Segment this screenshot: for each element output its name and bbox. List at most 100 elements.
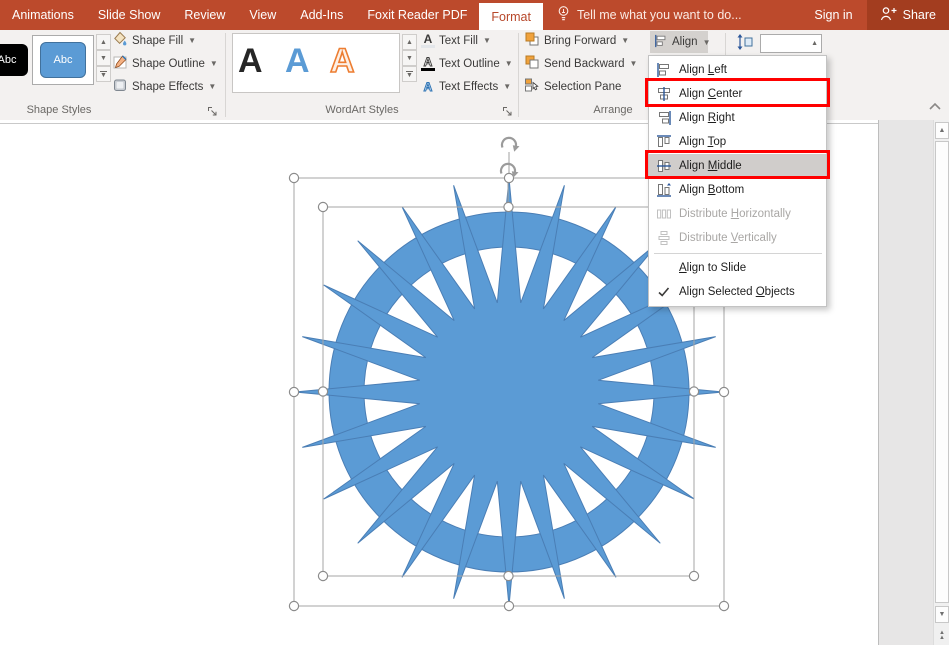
selection-handle[interactable] xyxy=(289,387,298,396)
tell-me-label[interactable]: Tell me what you want to do... xyxy=(577,8,742,22)
tell-me-box[interactable]: Tell me what you want to do... xyxy=(557,0,742,30)
bring-forward-button[interactable]: Bring Forward▼ xyxy=(524,30,629,51)
selection-handle[interactable] xyxy=(289,173,298,182)
menu-item-align-right[interactable]: Align Right xyxy=(649,106,826,130)
group-separator xyxy=(225,33,226,117)
align-bottom-icon xyxy=(649,182,679,198)
menu-item-label: Align Top xyxy=(679,136,726,148)
shape-height-icon xyxy=(736,33,754,54)
menu-item-align-selected-objects[interactable]: Align Selected Objects xyxy=(649,280,826,304)
tab-format[interactable]: Format xyxy=(479,3,543,30)
selection-pane-button[interactable]: Selection Pane xyxy=(524,76,621,97)
collapse-ribbon-chevron-icon[interactable] xyxy=(928,102,942,114)
shape-height-input[interactable]: ▲ xyxy=(760,34,822,53)
wordart-gallery-arrows: ▲ ▼ ▼ xyxy=(402,34,417,82)
lightbulb-icon xyxy=(557,5,570,25)
person-plus-icon xyxy=(880,6,897,24)
tab-add-ins[interactable]: Add-Ins xyxy=(288,0,355,30)
send-backward-icon xyxy=(524,54,540,73)
selection-handle[interactable] xyxy=(719,387,728,396)
title-bar: AnimationsSlide ShowReviewViewAdd-InsFox… xyxy=(0,0,949,30)
menu-item-align-bottom[interactable]: Align Bottom xyxy=(649,178,826,202)
shape-effects-button[interactable]: Shape Effects▼ xyxy=(112,76,216,97)
rotate-handle-icon[interactable] xyxy=(502,138,520,152)
shape-style-selected-frame: Abc xyxy=(32,35,94,85)
selection-handle[interactable] xyxy=(504,173,513,182)
menu-item-label: Align to Slide xyxy=(679,262,746,274)
send-backward-button[interactable]: Send Backward▼ xyxy=(524,53,637,74)
selection-handle[interactable] xyxy=(289,601,298,610)
selection-handle[interactable] xyxy=(719,601,728,610)
shape-style-thumbnail-blue[interactable]: Abc xyxy=(40,42,86,78)
tab-animations[interactable]: Animations xyxy=(0,0,86,30)
dropdown-arrow-icon: ▼ xyxy=(630,59,638,68)
gallery-down-arrow[interactable]: ▼ xyxy=(402,50,417,66)
selection-handle[interactable] xyxy=(318,387,327,396)
gallery-down-arrow[interactable]: ▼ xyxy=(96,50,111,66)
wordart-dialog-launcher[interactable] xyxy=(502,106,513,117)
red-highlight-box-align-middle xyxy=(645,150,830,179)
distribute-h-icon xyxy=(649,206,679,222)
align-right-icon xyxy=(649,110,679,126)
shape-outline-button[interactable]: Shape Outline▼ xyxy=(112,53,218,74)
dropdown-arrow-icon: ▼ xyxy=(483,36,491,45)
wordart-gallery[interactable]: A A A xyxy=(232,33,400,93)
menu-item-label: Distribute Horizontally xyxy=(679,208,791,220)
tab-slide-show[interactable]: Slide Show xyxy=(86,0,173,30)
shape-styles-group-label: Shape Styles xyxy=(18,104,100,116)
menu-item-label: Align Bottom xyxy=(679,184,744,196)
gallery-up-arrow[interactable]: ▲ xyxy=(402,34,417,50)
tab-view[interactable]: View xyxy=(237,0,288,30)
bring-forward-icon xyxy=(524,31,540,50)
text-effects-button[interactable]: A Text Effects▼ xyxy=(421,76,511,97)
align-left-icon xyxy=(649,62,679,78)
share-button[interactable]: Share xyxy=(867,0,949,30)
align-top-icon xyxy=(649,134,679,150)
selection-handle[interactable] xyxy=(318,571,327,580)
selection-handle[interactable] xyxy=(504,601,513,610)
menu-item-distribute-vertically: Distribute Vertically xyxy=(649,226,826,250)
dropdown-arrow-icon: ▼ xyxy=(621,36,629,45)
text-outline-button[interactable]: A Text Outline▼ xyxy=(421,53,513,74)
checkmark-icon xyxy=(649,284,679,300)
dropdown-arrow-icon: ▼ xyxy=(703,38,711,47)
gallery-more-button[interactable]: ▼ xyxy=(402,66,417,82)
wordart-style-blue[interactable]: A xyxy=(285,41,310,81)
menu-item-label: Align Selected Objects xyxy=(679,286,795,298)
shape-fill-button[interactable]: Shape Fill▼ xyxy=(112,30,196,51)
menu-item-label: Align Right xyxy=(679,112,735,124)
text-outline-icon: A xyxy=(421,56,435,71)
distribute-v-icon xyxy=(649,230,679,246)
spinner-up-icon[interactable]: ▲ xyxy=(808,40,821,47)
align-button[interactable]: Align▼ xyxy=(650,31,708,53)
selection-handle[interactable] xyxy=(689,571,698,580)
selection-handle[interactable] xyxy=(318,202,327,211)
wordart-style-orange[interactable]: A xyxy=(330,41,355,81)
text-effects-icon: A xyxy=(421,81,435,93)
gallery-up-arrow[interactable]: ▲ xyxy=(96,34,111,50)
selection-handle[interactable] xyxy=(504,202,513,211)
arrange-group-label: Arrange xyxy=(583,104,643,116)
tab-foxit-reader-pdf[interactable]: Foxit Reader PDF xyxy=(355,0,479,30)
wordart-style-black[interactable]: A xyxy=(238,41,263,81)
shape-styles-dialog-launcher[interactable] xyxy=(207,106,218,117)
pencil-icon xyxy=(112,54,128,73)
menu-item-label: Distribute Vertically xyxy=(679,232,777,244)
text-fill-button[interactable]: A Text Fill▼ xyxy=(421,30,491,51)
selection-handle[interactable] xyxy=(689,387,698,396)
tab-review[interactable]: Review xyxy=(172,0,237,30)
red-highlight-box-align-center xyxy=(645,78,830,107)
menu-item-align-to-slide[interactable]: Align to Slide xyxy=(649,256,826,280)
group-separator xyxy=(518,33,519,117)
menu-item-label: Align Left xyxy=(679,64,727,76)
dropdown-arrow-icon: ▼ xyxy=(210,59,218,68)
share-label: Share xyxy=(903,8,936,22)
dropdown-arrow-icon: ▼ xyxy=(503,82,511,91)
selection-handle[interactable] xyxy=(504,571,513,580)
align-icon xyxy=(654,34,668,51)
sign-in-button[interactable]: Sign in xyxy=(800,0,866,30)
menu-item-distribute-horizontally: Distribute Horizontally xyxy=(649,202,826,226)
shape-style-thumbnail-black[interactable]: Abc xyxy=(0,44,28,76)
gallery-more-button[interactable]: ▼ xyxy=(96,66,111,82)
dropdown-arrow-icon: ▼ xyxy=(505,59,513,68)
